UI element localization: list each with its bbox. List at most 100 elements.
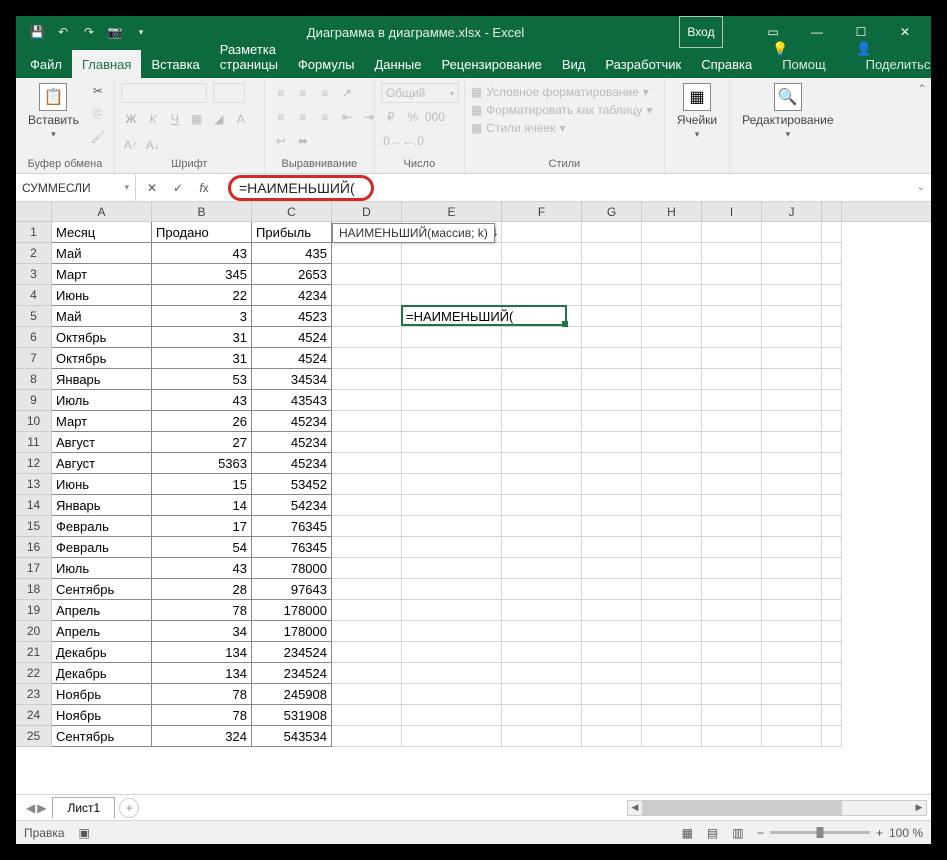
cell-F13[interactable] [502,474,582,495]
cell-B24[interactable]: 78 [152,705,252,726]
cell-C25[interactable]: 543534 [252,726,332,747]
cell-I8[interactable] [702,369,762,390]
fill-color-icon[interactable]: ◢ [209,109,229,129]
cell-D8[interactable] [332,369,402,390]
cell-C16[interactable]: 76345 [252,537,332,558]
cell-E10[interactable] [402,411,502,432]
cell-F2[interactable] [502,243,582,264]
cell-J21[interactable] [762,642,822,663]
cell-A10[interactable]: Март [52,411,152,432]
cell-A9[interactable]: Июль [52,390,152,411]
cell-K17[interactable] [822,558,842,579]
cell-I10[interactable] [702,411,762,432]
select-all-corner[interactable] [16,202,52,221]
cell-C21[interactable]: 234524 [252,642,332,663]
cell-J11[interactable] [762,432,822,453]
cell-H3[interactable] [642,264,702,285]
cell-E19[interactable] [402,600,502,621]
cell-D24[interactable] [332,705,402,726]
touch-icon[interactable]: 📷 [104,21,126,43]
undo-icon[interactable]: ↶ [52,21,74,43]
cell-F11[interactable] [502,432,582,453]
cell-K3[interactable] [822,264,842,285]
cell-K12[interactable] [822,453,842,474]
cell-E7[interactable] [402,348,502,369]
cell-K11[interactable] [822,432,842,453]
col-header-A[interactable]: A [52,202,152,221]
cell-D5[interactable] [332,306,402,327]
cell-G6[interactable] [582,327,642,348]
paste-button[interactable]: 📋 Вставить ▾ [22,81,85,142]
cell-D25[interactable] [332,726,402,747]
cell-D13[interactable] [332,474,402,495]
cell-A1[interactable]: Месяц [52,222,152,243]
cell-B7[interactable]: 31 [152,348,252,369]
cell-I1[interactable] [702,222,762,243]
cell-H22[interactable] [642,663,702,684]
cell-D11[interactable] [332,432,402,453]
cell-C22[interactable]: 234524 [252,663,332,684]
cell-H13[interactable] [642,474,702,495]
tell-me-icon[interactable]: 💡 Помощ [762,35,845,78]
row-header[interactable]: 4 [16,285,52,306]
row-header[interactable]: 12 [16,453,52,474]
cell-G18[interactable] [582,579,642,600]
col-header-J[interactable]: J [762,202,822,221]
align-left-icon[interactable]: ≡ [271,107,291,127]
macro-record-icon[interactable]: ▣ [79,826,90,840]
cell-G2[interactable] [582,243,642,264]
row-header[interactable]: 25 [16,726,52,747]
cell-B5[interactable]: 3 [152,306,252,327]
cell-F25[interactable] [502,726,582,747]
sheet-nav-prev-icon[interactable]: ◀ [26,801,35,815]
sheet-tab[interactable]: Лист1 [52,797,115,818]
formula-bar[interactable]: =НАИМЕНЬШИЙ( ⌄ [220,174,931,201]
cell-A17[interactable]: Июль [52,558,152,579]
cell-A18[interactable]: Сентябрь [52,579,152,600]
cell-I25[interactable] [702,726,762,747]
cell-K22[interactable] [822,663,842,684]
row-header[interactable]: 24 [16,705,52,726]
cell-A11[interactable]: Август [52,432,152,453]
col-header-B[interactable]: B [152,202,252,221]
cell-A8[interactable]: Январь [52,369,152,390]
row-header[interactable]: 23 [16,684,52,705]
cell-J6[interactable] [762,327,822,348]
cell-I13[interactable] [702,474,762,495]
cell-K14[interactable] [822,495,842,516]
cell-D12[interactable] [332,453,402,474]
cell-K10[interactable] [822,411,842,432]
view-pagelayout-icon[interactable]: ▤ [702,824,724,842]
cell-E15[interactable] [402,516,502,537]
cell-I19[interactable] [702,600,762,621]
cell-C8[interactable]: 34534 [252,369,332,390]
cell-C20[interactable]: 178000 [252,621,332,642]
cell-F3[interactable] [502,264,582,285]
cell-D3[interactable] [332,264,402,285]
row-header[interactable]: 20 [16,621,52,642]
cell-B6[interactable]: 31 [152,327,252,348]
cell-E17[interactable] [402,558,502,579]
cell-I6[interactable] [702,327,762,348]
horizontal-scrollbar[interactable]: ◀ ▶ [627,800,927,816]
cell-I20[interactable] [702,621,762,642]
cell-K18[interactable] [822,579,842,600]
cell-H23[interactable] [642,684,702,705]
cell-G7[interactable] [582,348,642,369]
cell-B15[interactable]: 17 [152,516,252,537]
font-color-icon[interactable]: A [231,109,251,129]
col-header-D[interactable]: D [332,202,402,221]
cell-K20[interactable] [822,621,842,642]
cell-E8[interactable] [402,369,502,390]
cell-C11[interactable]: 45234 [252,432,332,453]
cell-B25[interactable]: 324 [152,726,252,747]
cell-C17[interactable]: 78000 [252,558,332,579]
cell-C18[interactable]: 97643 [252,579,332,600]
cell-A25[interactable]: Сентябрь [52,726,152,747]
align-bottom-icon[interactable]: ≡ [315,83,335,103]
decrease-decimal-icon[interactable]: ←.0 [403,131,423,151]
cell-I11[interactable] [702,432,762,453]
cell-F4[interactable] [502,285,582,306]
cell-A23[interactable]: Ноябрь [52,684,152,705]
shrink-font-icon[interactable]: A↓ [143,135,163,155]
